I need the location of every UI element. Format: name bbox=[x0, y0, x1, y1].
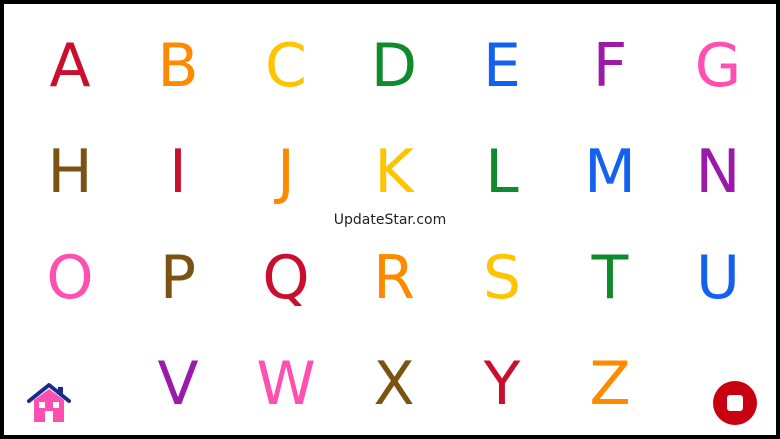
letter-o[interactable]: O bbox=[30, 238, 110, 318]
letter-d[interactable]: D bbox=[354, 26, 434, 106]
letter-x[interactable]: X bbox=[354, 344, 434, 424]
letter-r[interactable]: R bbox=[354, 238, 434, 318]
home-icon bbox=[27, 383, 71, 422]
watermark-text: UpdateStar.com bbox=[333, 212, 447, 228]
letter-t[interactable]: T bbox=[570, 238, 650, 318]
letter-l[interactable]: L bbox=[462, 132, 542, 212]
letter-s[interactable]: S bbox=[462, 238, 542, 318]
letter-f[interactable]: F bbox=[570, 26, 650, 106]
letter-i[interactable]: I bbox=[138, 132, 218, 212]
letter-m[interactable]: M bbox=[570, 132, 650, 212]
letter-h[interactable]: H bbox=[30, 132, 110, 212]
letter-b[interactable]: B bbox=[138, 26, 218, 106]
letter-y[interactable]: Y bbox=[462, 344, 542, 424]
letter-n[interactable]: N bbox=[678, 132, 758, 212]
letter-c[interactable]: C bbox=[246, 26, 326, 106]
stop-button[interactable] bbox=[713, 381, 757, 425]
letter-j[interactable]: J bbox=[246, 132, 326, 212]
letter-q[interactable]: Q bbox=[246, 238, 326, 318]
letter-a[interactable]: A bbox=[30, 26, 110, 106]
home-button[interactable] bbox=[26, 382, 72, 424]
letter-w[interactable]: W bbox=[246, 344, 326, 424]
letter-e[interactable]: E bbox=[462, 26, 542, 106]
letter-k[interactable]: K bbox=[354, 132, 434, 212]
alphabet-board: A B C D E F G H I J K L M N O P Q R S T … bbox=[4, 4, 776, 435]
letter-z[interactable]: Z bbox=[570, 344, 650, 424]
letter-p[interactable]: P bbox=[138, 238, 218, 318]
stop-icon bbox=[727, 395, 743, 411]
letter-v[interactable]: V bbox=[138, 344, 218, 424]
letter-u[interactable]: U bbox=[678, 238, 758, 318]
letter-g[interactable]: G bbox=[678, 26, 758, 106]
